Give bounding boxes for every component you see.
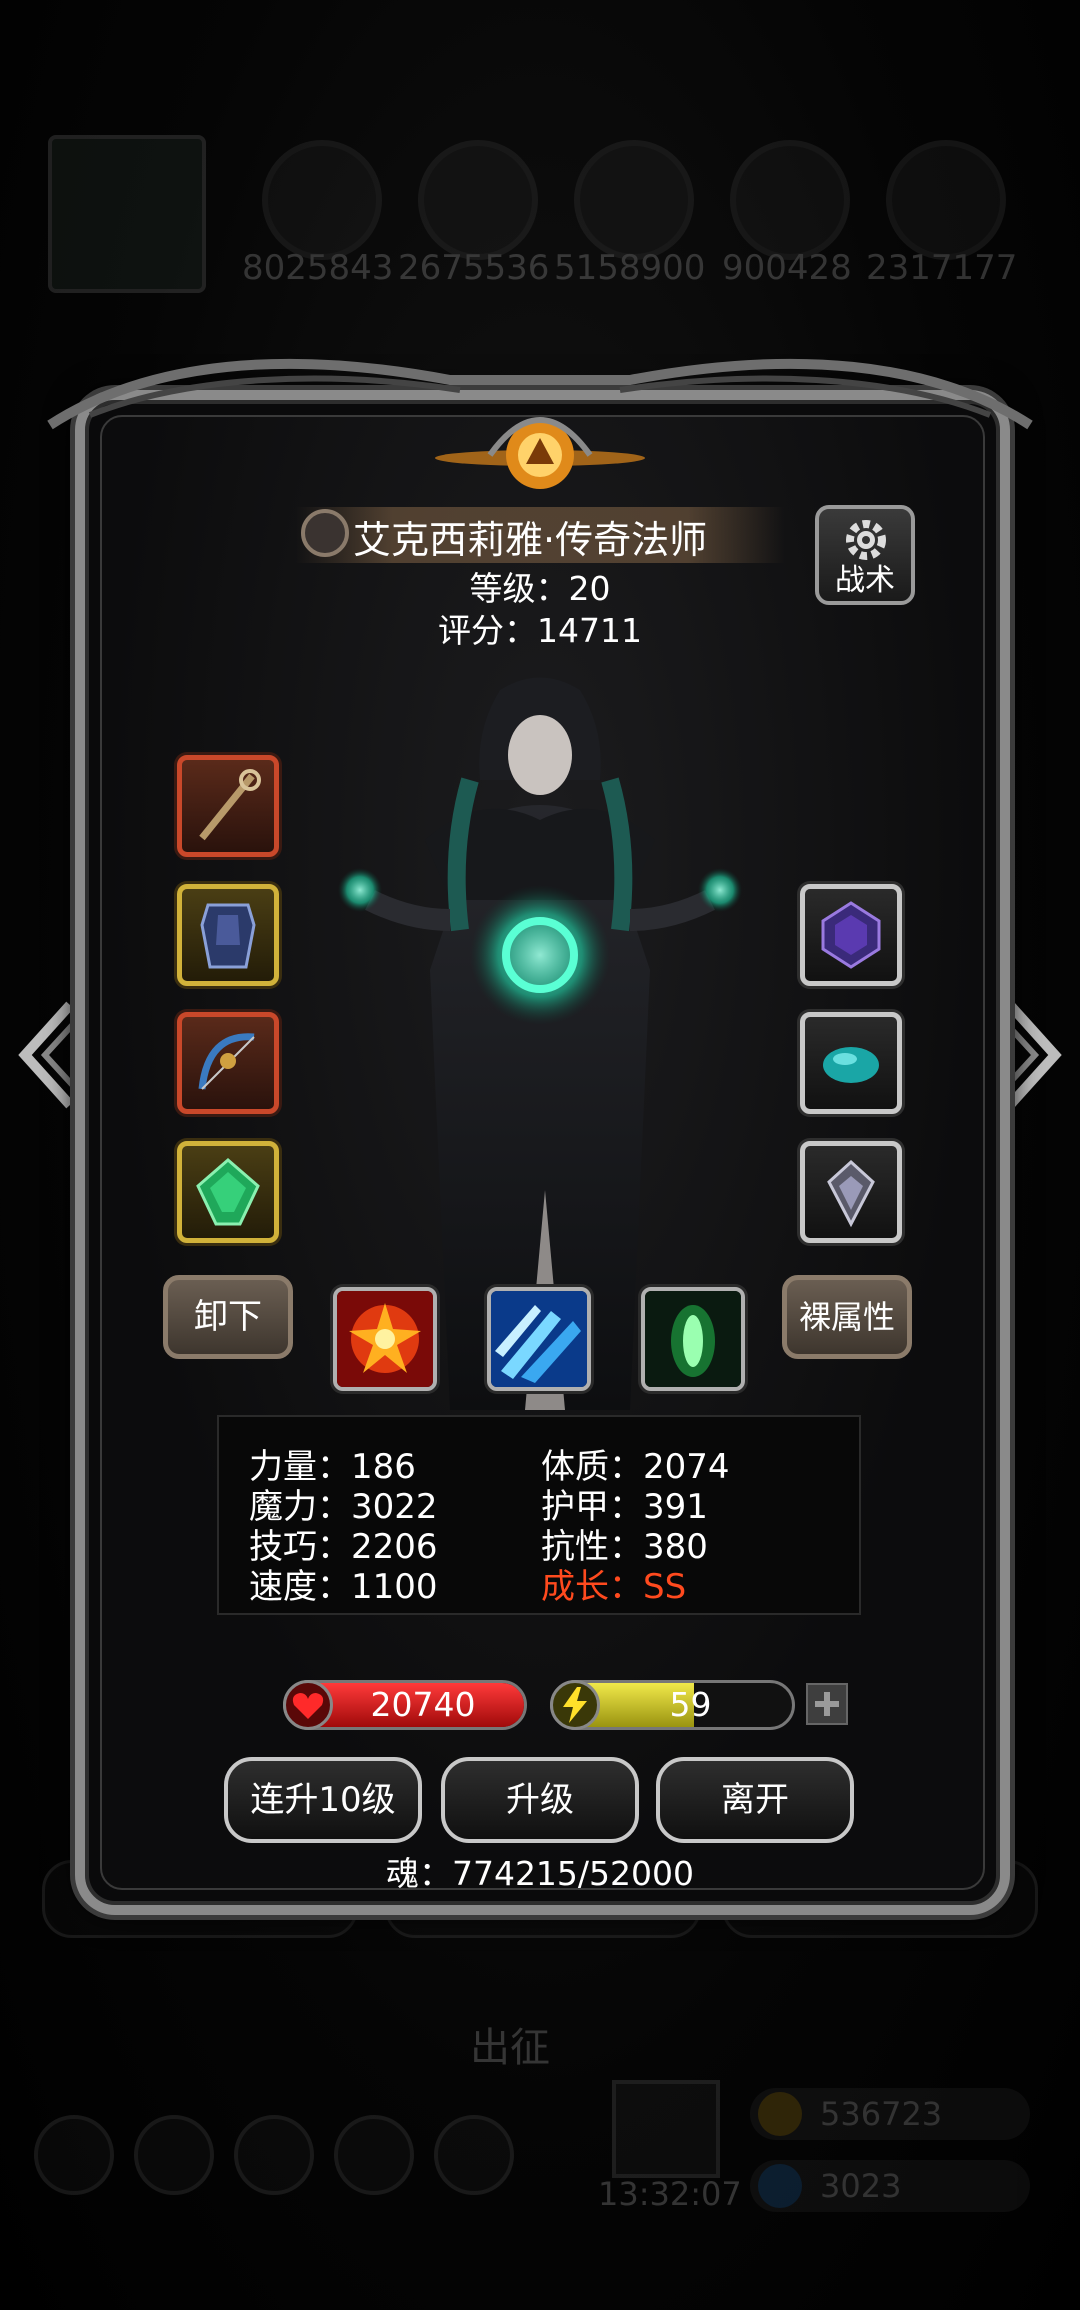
sun-emblem-icon xyxy=(435,416,645,489)
leave-button[interactable]: 离开 xyxy=(656,1757,854,1843)
upgrade-10-levels-button[interactable]: 连升10级 xyxy=(224,1757,422,1843)
hero-score: 评分：14711 xyxy=(438,611,642,650)
resource-3-count: 5158900 xyxy=(554,248,706,288)
resource-2-icon xyxy=(418,140,538,260)
tactics-label: 战术 xyxy=(835,563,895,598)
stats-panel: 力量：186 魔力：3022 技巧：2206 速度：1100 体质：2074 护… xyxy=(217,1415,861,1615)
upgrade-button[interactable]: 升级 xyxy=(441,1757,639,1843)
lightning-icon xyxy=(550,1680,600,1730)
clock-text: 13:32:07 xyxy=(598,2175,742,2213)
base-attributes-button[interactable]: 裸属性 xyxy=(782,1275,912,1359)
skill-slot-2[interactable] xyxy=(487,1287,591,1391)
add-energy-button[interactable] xyxy=(806,1683,848,1725)
equipment-slot-gem-1[interactable] xyxy=(800,884,902,986)
resource-4-count: 900428 xyxy=(722,248,852,288)
hero-name-plate: 艾克西莉雅·传奇法师 xyxy=(295,505,785,565)
resource-5-count: 2317177 xyxy=(866,248,1018,288)
background-resource-bar: 8025843 2675536 5158900 900428 2317177 xyxy=(0,120,1080,300)
purple-gem-icon xyxy=(821,901,881,969)
resource-3-icon xyxy=(574,140,694,260)
equipment-slot-weapon[interactable] xyxy=(177,755,279,857)
hero-level: 等级：20 xyxy=(469,569,611,608)
gold-amount: 536723 xyxy=(820,2095,943,2133)
hero-name: 艾克西莉雅·传奇法师 xyxy=(353,518,708,562)
emerald-icon xyxy=(196,1158,260,1226)
equipment-slot-armor[interactable] xyxy=(177,884,279,986)
green-light-icon xyxy=(645,1291,741,1387)
bow-icon xyxy=(198,1033,255,1090)
resource-2-count: 2675536 xyxy=(398,248,550,288)
fire-burst-icon xyxy=(337,1291,433,1387)
menu-icon xyxy=(334,2115,414,2195)
gem-amount: 3023 xyxy=(820,2167,902,2205)
resource-1-icon xyxy=(262,140,382,260)
cyan-stone-icon xyxy=(823,1047,879,1083)
tactics-button[interactable]: 战术 xyxy=(815,505,915,605)
menu-icon xyxy=(434,2115,514,2195)
crest-icon xyxy=(827,1159,875,1228)
menu-icon xyxy=(134,2115,214,2195)
unequip-button[interactable]: 卸下 xyxy=(163,1275,293,1359)
soul-count: 魂：774215/52000 xyxy=(385,1854,695,1893)
menu-icon xyxy=(34,2115,114,2195)
expedition-title: 出征 xyxy=(470,2025,550,2071)
skill-slot-1[interactable] xyxy=(333,1287,437,1391)
resource-5-icon xyxy=(886,140,1006,260)
resource-4-icon xyxy=(730,140,850,260)
gold-counter: 536723 xyxy=(750,2088,1030,2140)
background-bottom-area: 冒险 出发 商店 出征 13:32:07 536723 3023 xyxy=(0,1860,1080,2260)
ice-shard-icon xyxy=(491,1291,587,1387)
plus-icon xyxy=(815,1692,839,1716)
gold-coin-icon xyxy=(758,2092,802,2136)
skill-slot-3[interactable] xyxy=(641,1287,745,1391)
rank-medal-icon xyxy=(301,509,349,557)
stat-growth: 成长：SS xyxy=(541,1567,687,1607)
resource-1-count: 8025843 xyxy=(242,248,394,288)
gem-icon xyxy=(758,2164,802,2208)
equipment-slot-bow[interactable] xyxy=(177,1012,279,1114)
gift-box-icon xyxy=(612,2080,720,2178)
staff-icon xyxy=(199,769,261,841)
equipment-slot-gem-2[interactable] xyxy=(800,1012,902,1114)
equipment-slot-accessory[interactable] xyxy=(177,1141,279,1243)
heart-icon xyxy=(283,1680,333,1730)
gem-counter: 3023 xyxy=(750,2160,1030,2212)
menu-icon xyxy=(234,2115,314,2195)
equipment-slot-crest[interactable] xyxy=(800,1141,902,1243)
armor-icon xyxy=(200,903,256,969)
player-avatar xyxy=(48,135,206,293)
stat-speed: 速度：1100 xyxy=(249,1567,438,1607)
